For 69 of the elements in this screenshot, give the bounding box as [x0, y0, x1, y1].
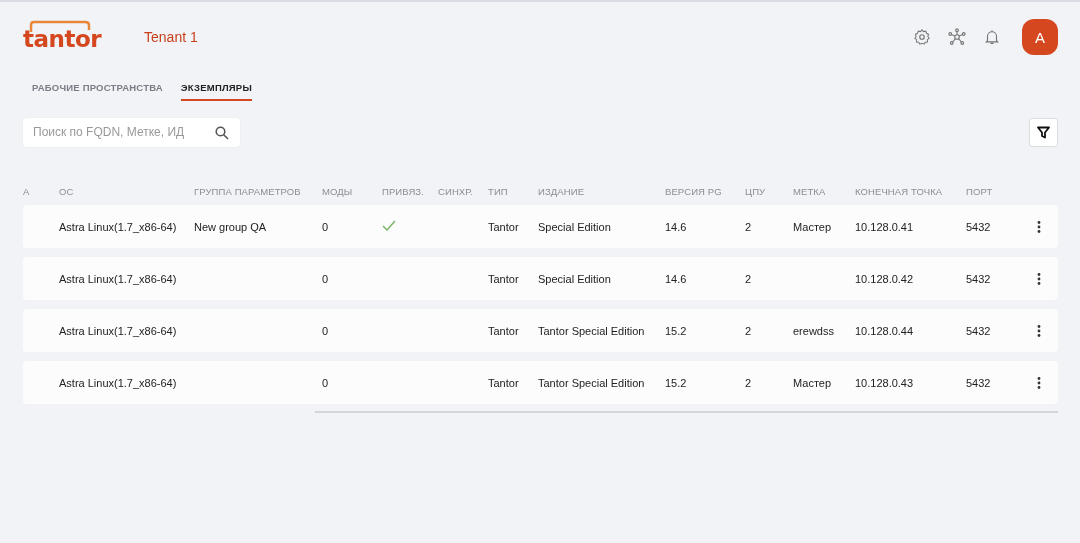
table-cell: 2 [745, 324, 752, 337]
column-header: А [23, 185, 31, 197]
more-icon[interactable] [1037, 220, 1041, 233]
table-row[interactable]: Astra Linux(1.7_x86-64) 0 Tantor Tantor Special Edition 15.2 2 Мастер 10.128.0.43 5432 [23, 361, 1058, 404]
more-icon[interactable] [1037, 272, 1041, 285]
table-cell: Tantor [488, 220, 519, 233]
table-cell: New group QA [194, 220, 267, 233]
table-cell: Мастер [793, 220, 832, 233]
column-header: МОДЫ [322, 185, 354, 197]
table-cell: Special Edition [538, 272, 611, 285]
table-cell: Tantor [488, 376, 519, 389]
column-header: СИНХР. [438, 185, 474, 197]
table-cell: Astra Linux(1.7_x86-64) [59, 272, 177, 285]
table-cell: 10.128.0.41 [855, 220, 914, 233]
table-row[interactable]: Astra Linux(1.7_x86-64) 0 Tantor Special Edition 14.6 2 10.128.0.42 5432 [23, 257, 1058, 300]
tab[interactable]: ЭКЗЕМПЛЯРЫ [180, 82, 252, 101]
table-cell: 2 [745, 220, 752, 233]
table-cell: 10.128.0.42 [855, 272, 914, 285]
table-cell: erewdss [793, 324, 834, 337]
table-cell: 5432 [966, 376, 991, 389]
notification-icon[interactable] [983, 28, 1001, 46]
search-field[interactable]: Поиск по FQDN, Метке, ИД [23, 117, 240, 147]
table-cell: Tantor [488, 272, 519, 285]
column-header: ПОРТ [966, 185, 994, 197]
network-icon[interactable] [948, 28, 966, 46]
table-cell: Special Edition [538, 220, 611, 233]
table-cell: 0 [322, 220, 329, 233]
table-cell: 14.6 [665, 220, 687, 233]
filter-button[interactable] [1029, 117, 1058, 147]
search-icon[interactable] [215, 125, 229, 140]
column-header: ВЕРСИЯ PG [665, 185, 723, 197]
user-avatar[interactable]: A [1022, 19, 1058, 55]
tenant-name[interactable]: Tenant 1 [144, 29, 198, 45]
table-cell: Tantor [488, 324, 519, 337]
column-header: КОНЕЧНАЯ ТОЧКА [855, 185, 944, 197]
table-cell: Tantor Special Edition [538, 324, 645, 337]
table-cell: 14.6 [665, 272, 687, 285]
table-cell: 2 [745, 376, 752, 389]
more-icon[interactable] [1037, 376, 1041, 389]
table-cell: Astra Linux(1.7_x86-64) [59, 324, 177, 337]
table-cell: Tantor Special Edition [538, 376, 645, 389]
table-cell: 15.2 [665, 324, 687, 337]
table-cell: Мастер [793, 376, 832, 389]
table-cell: 2 [745, 272, 752, 285]
column-header: ГРУППА ПАРАМЕТРОВ [194, 185, 302, 197]
filter-icon [1037, 125, 1050, 139]
table-cell: 0 [322, 324, 329, 337]
table-cell: 0 [322, 272, 329, 285]
table-cell: 0 [322, 376, 329, 389]
table-cell: 5432 [966, 324, 991, 337]
logo: tantor [23, 20, 102, 52]
table-cell: 15.2 [665, 376, 687, 389]
table-cell: 10.128.0.43 [855, 376, 914, 389]
column-header: МЕТКА [793, 185, 827, 197]
table-cell: 5432 [966, 272, 991, 285]
column-header: ЦПУ [745, 185, 767, 197]
table-row[interactable]: Astra Linux(1.7_x86-64) 0 Tantor Tantor Special Edition 15.2 2 erewdss 10.128.0.44 5432 [23, 309, 1058, 352]
table-cell: 10.128.0.44 [855, 324, 914, 337]
column-header: ТИП [488, 185, 509, 197]
more-icon[interactable] [1037, 324, 1041, 337]
table-cell: Astra Linux(1.7_x86-64) [59, 376, 177, 389]
column-header: ПРИВЯЗ. [382, 185, 425, 197]
tab[interactable]: РАБОЧИЕ ПРОСТРАНСТВА [32, 82, 163, 101]
column-header: ИЗДАНИЕ [538, 185, 586, 197]
column-header: ОС [59, 185, 75, 197]
table-row[interactable]: Astra Linux(1.7_x86-64) New group QA 0 Tantor Special Edition 14.6 2 Мастер 10.128.0.41 5432 [23, 205, 1058, 248]
settings-icon[interactable] [913, 28, 931, 46]
table-cell: 5432 [966, 220, 991, 233]
table-cell: Astra Linux(1.7_x86-64) [59, 220, 177, 233]
